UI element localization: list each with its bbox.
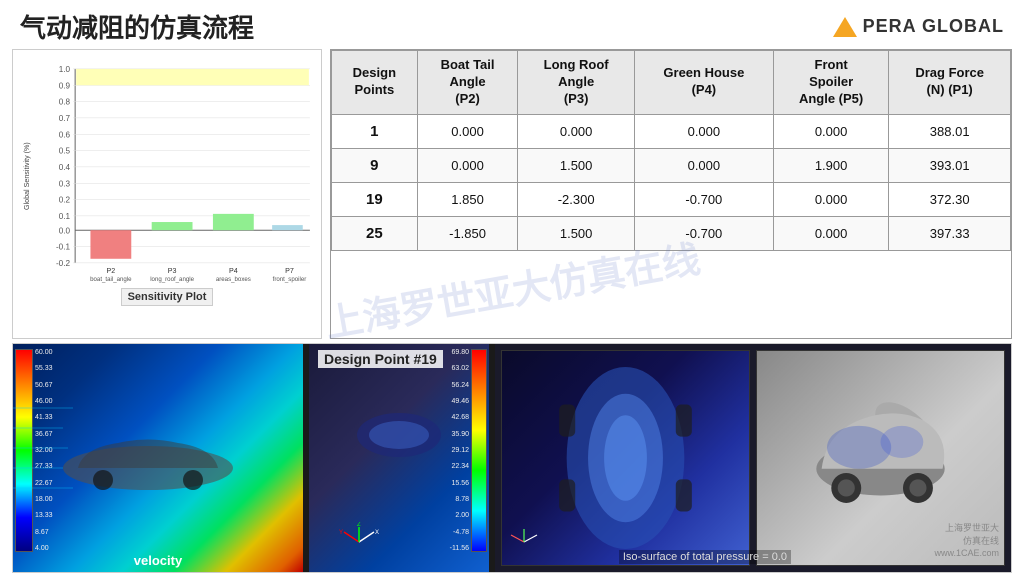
svg-text:areas_boxes: areas_boxes (216, 276, 251, 283)
data-table: DesignPoints Boat TailAngle(P2) Long Roo… (331, 50, 1011, 251)
table-cell: 1 (332, 114, 418, 148)
table-cell: -1.850 (417, 216, 518, 250)
svg-text:P2: P2 (107, 267, 116, 275)
cfd-3d-car: 上海罗世亚大 仿真在线 www.1CAE.com (756, 350, 1005, 566)
svg-text:X: X (375, 530, 379, 536)
table-cell: 0.000 (417, 114, 518, 148)
table-row: 10.0000.0000.0000.000388.01 (332, 114, 1011, 148)
svg-text:0.7: 0.7 (59, 114, 71, 123)
svg-text:P3: P3 (168, 267, 177, 275)
header: 气动减阻的仿真流程 PERA GLOBAL (0, 0, 1024, 49)
table-cell: 25 (332, 216, 418, 250)
axes-svg: X Y Z (339, 522, 379, 562)
pressure-colorscale (471, 349, 487, 552)
table-cell: 0.000 (417, 148, 518, 182)
design-point-label: Design Point #19 (318, 350, 443, 368)
main-content: 1.0 0.9 0.8 0.7 0.6 0.5 (0, 49, 1024, 573)
col-green-house: Green House(P4) (634, 51, 773, 115)
table-cell: 0.000 (773, 182, 888, 216)
table-cell: 0.000 (634, 148, 773, 182)
table-row: 90.0001.5000.0001.900393.01 (332, 148, 1011, 182)
iso-surface-label: Iso-surface of total pressure = 0.0 (619, 550, 791, 564)
cfd-pressure-view: 69.80 63.02 56.24 49.46 42.68 35.90 29.1… (309, 344, 489, 572)
svg-text:long_roof_angle: long_roof_angle (150, 276, 194, 283)
svg-text:Z: Z (357, 522, 361, 528)
logo-area: PERA GLOBAL (833, 16, 1004, 37)
svg-text:boat_tail_angle: boat_tail_angle (90, 276, 132, 283)
svg-text:P1 drag_force - Output Paramet: P1 drag_force - Output Parameter (139, 285, 247, 286)
table-cell: -0.700 (634, 216, 773, 250)
table-cell: 0.000 (634, 114, 773, 148)
cfd-topview-car (501, 350, 750, 566)
svg-text:1.0: 1.0 (59, 65, 71, 74)
bottom-section: Design Point #19 60.00 55.33 50.67 46.00… (12, 343, 1012, 573)
svg-text:0.2: 0.2 (59, 196, 71, 205)
svg-text:0.5: 0.5 (59, 147, 71, 156)
col-drag-force: Drag Force(N) (P1) (889, 51, 1011, 115)
sensitivity-label-container: Sensitivity Plot (19, 286, 315, 306)
svg-text:0.3: 0.3 (59, 179, 71, 188)
svg-text:0.9: 0.9 (59, 81, 71, 90)
table-cell: -2.300 (518, 182, 634, 216)
table-cell: 0.000 (518, 114, 634, 148)
top-section: 1.0 0.9 0.8 0.7 0.6 0.5 (12, 49, 1012, 339)
table-header-row: DesignPoints Boat TailAngle(P2) Long Roo… (332, 51, 1011, 115)
table-section: DesignPoints Boat TailAngle(P2) Long Roo… (330, 49, 1012, 339)
topview-axes (507, 525, 542, 560)
pressure-scale-labels: 69.80 63.02 56.24 49.46 42.68 35.90 29.1… (450, 349, 469, 552)
table-cell: 372.30 (889, 182, 1011, 216)
chart-inner: 1.0 0.9 0.8 0.7 0.6 0.5 (19, 56, 315, 286)
col-long-roof: Long RoofAngle(P3) (518, 51, 634, 115)
svg-text:0.4: 0.4 (59, 163, 71, 172)
table-cell: 1.900 (773, 148, 888, 182)
table-cell: 9 (332, 148, 418, 182)
svg-text:0.8: 0.8 (59, 98, 71, 107)
table-cell: 1.500 (518, 148, 634, 182)
table-body: 10.0000.0000.0000.000388.0190.0001.5000.… (332, 114, 1011, 250)
table-cell: 1.850 (417, 182, 518, 216)
chart-section: 1.0 0.9 0.8 0.7 0.6 0.5 (12, 49, 322, 339)
car-mid-svg (349, 405, 449, 465)
logo-text: PERA GLOBAL (863, 16, 1004, 37)
table-cell: 388.01 (889, 114, 1011, 148)
velocity-label: velocity (134, 553, 182, 568)
watermark-logo: 上海罗世亚大 仿真在线 www.1CAE.com (934, 522, 999, 560)
svg-text:P7: P7 (285, 267, 294, 275)
sensitivity-chart: 1.0 0.9 0.8 0.7 0.6 0.5 (19, 56, 315, 286)
table-cell: 0.000 (773, 114, 888, 148)
svg-text:-0.2: -0.2 (56, 259, 71, 268)
col-front-spoiler: FrontSpoilerAngle (P5) (773, 51, 888, 115)
flow-lines-svg (13, 344, 303, 572)
table-cell: 0.000 (773, 216, 888, 250)
svg-text:0.1: 0.1 (59, 212, 71, 221)
logo-icon (833, 17, 857, 37)
svg-text:Global Sensitivity (%): Global Sensitivity (%) (23, 142, 31, 210)
table-row: 25-1.8501.500-0.7000.000397.33 (332, 216, 1011, 250)
cfd-right-area: 上海罗世亚大 仿真在线 www.1CAE.com (495, 344, 1011, 572)
svg-text:0.0: 0.0 (59, 226, 71, 235)
svg-text:Y: Y (339, 530, 343, 536)
table-cell: -0.700 (634, 182, 773, 216)
svg-text:0.6: 0.6 (59, 130, 71, 139)
svg-text:front_spoiler: front_spoiler (273, 276, 307, 283)
col-boat-tail: Boat TailAngle(P2) (417, 51, 518, 115)
table-cell: 393.01 (889, 148, 1011, 182)
col-design-points: DesignPoints (332, 51, 418, 115)
table-cell: 19 (332, 182, 418, 216)
table-cell: 397.33 (889, 216, 1011, 250)
page-title: 气动减阻的仿真流程 (20, 8, 254, 45)
sensitivity-label: Sensitivity Plot (121, 288, 214, 306)
cfd-velocity-view: 60.00 55.33 50.67 46.00 41.33 36.67 32.0… (13, 344, 303, 572)
svg-text:P4: P4 (229, 267, 238, 275)
svg-text:-0.1: -0.1 (56, 243, 71, 252)
table-cell: 1.500 (518, 216, 634, 250)
table-row: 191.850-2.300-0.7000.000372.30 (332, 182, 1011, 216)
